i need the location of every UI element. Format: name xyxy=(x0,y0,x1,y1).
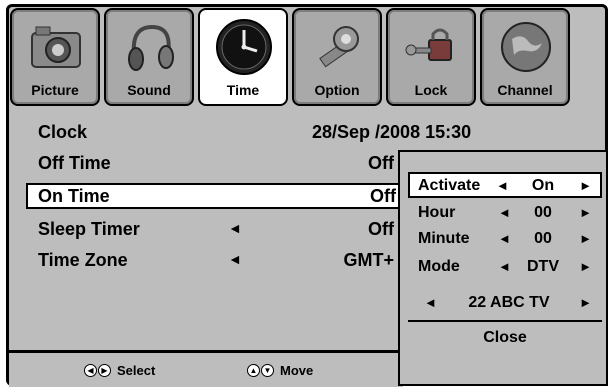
popup-divider xyxy=(408,320,602,322)
popup-item-activate[interactable]: Activate ◄ On ► xyxy=(408,172,602,198)
menu-item-label: Sleep Timer xyxy=(38,219,140,239)
menu-item-label: Clock xyxy=(38,122,88,142)
menu-item-value: GMT+ xyxy=(343,250,394,270)
clock-icon xyxy=(215,18,273,76)
camera-icon xyxy=(27,18,85,76)
tab-sound[interactable]: Sound xyxy=(104,8,194,106)
tab-time[interactable]: Time xyxy=(198,8,288,106)
move-hint-label: Move xyxy=(280,363,314,378)
popup-item-value: 00 xyxy=(534,204,552,221)
menu-item-value: Off xyxy=(368,153,394,173)
menu-item-label: Off Time xyxy=(38,153,111,173)
popup-item-mode[interactable]: Mode ◄ DTV ► xyxy=(410,254,600,280)
popup-item-hour[interactable]: Hour ◄ 00 ► xyxy=(410,200,600,226)
popup-item-value: DTV xyxy=(527,258,559,275)
popup-item-value: On xyxy=(531,177,555,194)
globe-icon xyxy=(497,18,555,76)
tab-label: Option xyxy=(314,82,360,98)
right-arrow-icon[interactable]: ► xyxy=(579,295,592,310)
left-arrow-icon[interactable]: ◄ xyxy=(496,178,509,193)
left-arrow-icon[interactable]: ◄ xyxy=(498,259,511,274)
left-right-buttons-icon: ◀ ▶ xyxy=(84,364,111,377)
gear-icon xyxy=(309,18,367,76)
popup-item-value: 22 ABC TV xyxy=(468,294,550,311)
select-hint-label: Select xyxy=(117,363,156,378)
left-arrow-icon[interactable]: ◄ xyxy=(498,205,511,220)
menu-item-value: Off xyxy=(368,219,394,239)
on-time-popup: Activate ◄ On ► Hour ◄ 00 ► Minute ◄ 00 … xyxy=(398,150,608,386)
right-arrow-icon[interactable]: ► xyxy=(579,205,592,220)
lock-icon xyxy=(403,18,461,76)
tab-label: Time xyxy=(226,82,260,98)
popup-item-label: Hour xyxy=(418,204,456,221)
menu-item-label: Time Zone xyxy=(38,250,128,270)
clock-value: 28/Sep /2008 15:30 xyxy=(312,122,472,142)
popup-item-minute[interactable]: Minute ◄ 00 ► xyxy=(410,226,600,252)
tab-label: Picture xyxy=(31,82,79,98)
menu-item-sleep-timer[interactable]: Sleep Timer ◄ Off xyxy=(28,217,398,243)
tab-lock[interactable]: Lock xyxy=(386,8,476,106)
menu-item-time-zone[interactable]: Time Zone ◄ GMT+ xyxy=(28,248,398,274)
popup-item-channel[interactable]: ◄ 22 ABC TV ► xyxy=(410,290,600,316)
tab-label: Channel xyxy=(497,82,553,98)
right-arrow-icon[interactable]: ► xyxy=(579,231,592,246)
select-hint: ◀ ▶ Select xyxy=(84,363,155,378)
tab-option[interactable]: Option xyxy=(292,8,382,106)
close-button[interactable]: Close xyxy=(408,325,602,351)
menu-item-on-time[interactable]: On Time Off xyxy=(26,183,402,209)
move-hint: ▲ ▼ Move xyxy=(247,363,313,378)
popup-item-label: Minute xyxy=(418,230,470,247)
menu-item-value: Off xyxy=(370,186,396,206)
tab-picture[interactable]: Picture xyxy=(10,8,100,106)
left-arrow-icon[interactable]: ◄ xyxy=(424,295,437,310)
footer-hints: ◀ ▶ Select ▲ ▼ Move xyxy=(9,350,403,387)
left-arrow-icon[interactable]: ◄ xyxy=(228,251,242,267)
popup-item-label: Activate xyxy=(418,177,481,194)
popup-item-value: 00 xyxy=(534,230,552,247)
popup-item-label: Mode xyxy=(418,258,460,275)
up-down-buttons-icon: ▲ ▼ xyxy=(247,364,274,377)
right-arrow-icon[interactable]: ► xyxy=(579,259,592,274)
right-arrow-icon[interactable]: ► xyxy=(579,178,592,193)
left-arrow-icon[interactable]: ◄ xyxy=(498,231,511,246)
tab-label: Sound xyxy=(127,82,171,98)
left-arrow-icon[interactable]: ◄ xyxy=(228,220,242,236)
menu-item-label: On Time xyxy=(38,186,110,206)
menu-item-off-time[interactable]: Off Time Off xyxy=(28,151,398,177)
tab-label: Lock xyxy=(414,82,448,98)
tab-bar: Picture Sound Time Option Lock Channel xyxy=(10,8,606,106)
tab-channel[interactable]: Channel xyxy=(480,8,570,106)
headphones-icon xyxy=(121,18,179,76)
